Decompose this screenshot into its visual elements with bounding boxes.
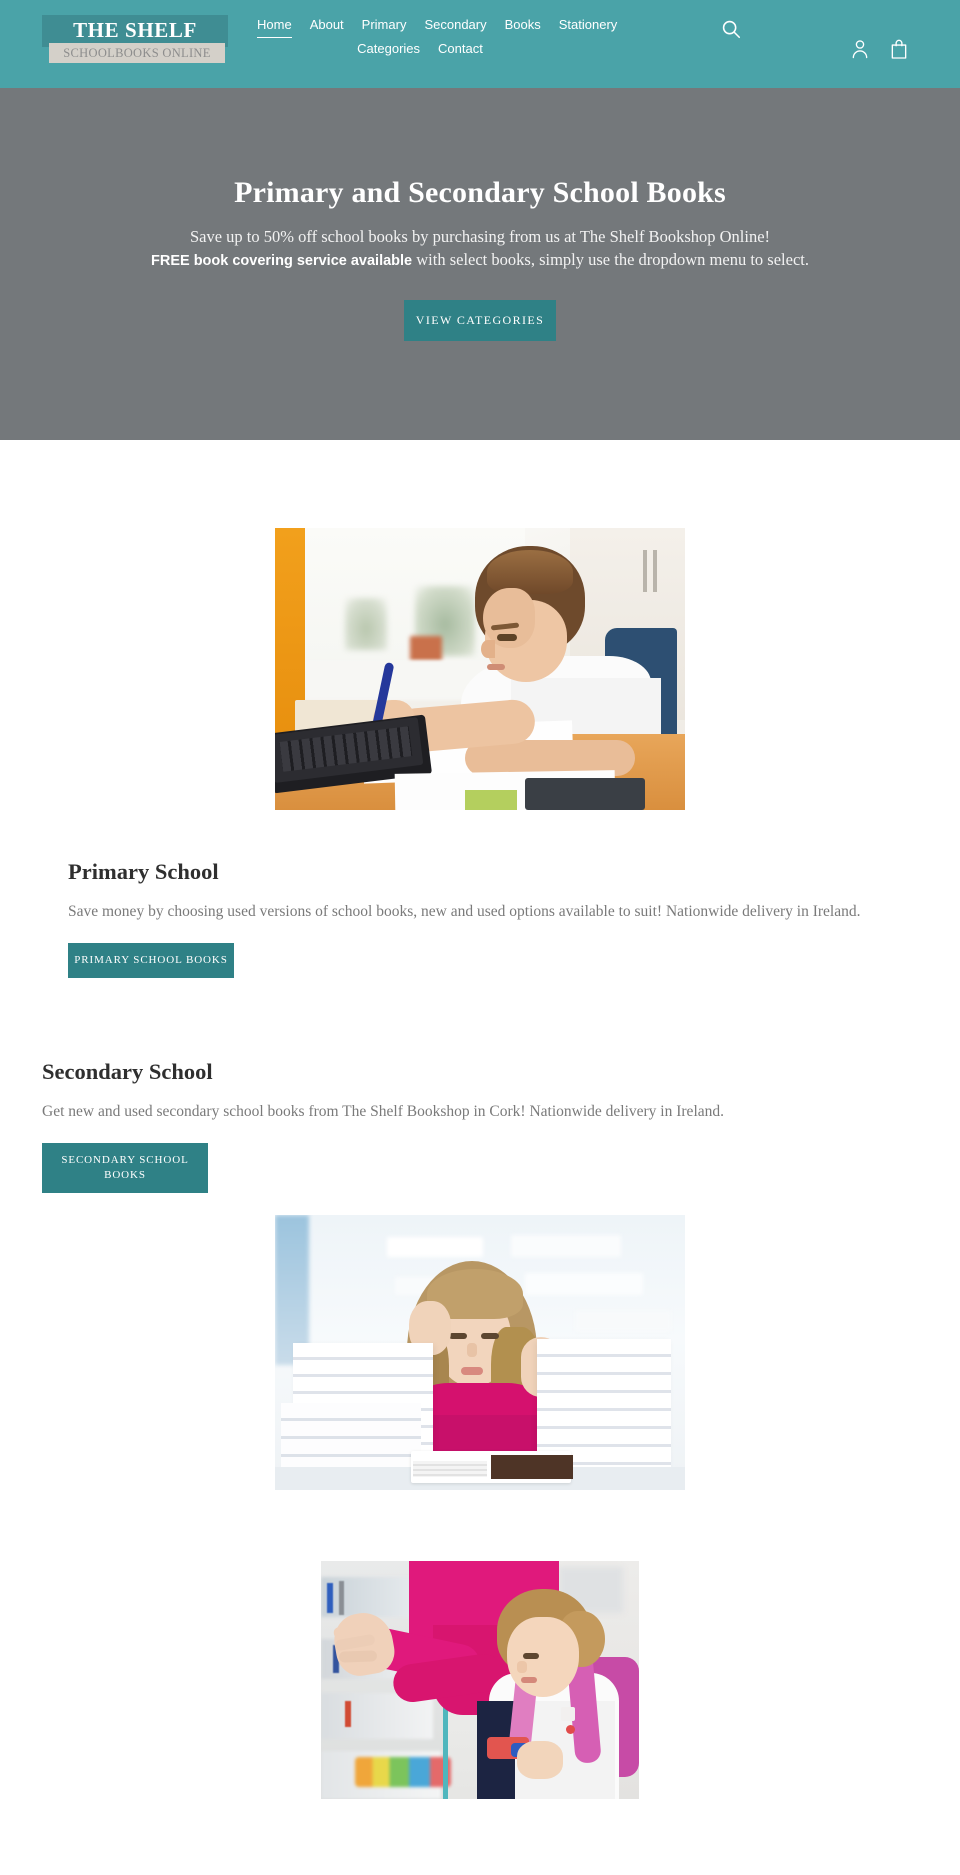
nav-row-secondary: Categories Contact	[250, 38, 590, 61]
logo-subtitle: SCHOOLBOOKS ONLINE	[63, 46, 211, 60]
stationery-image-block	[0, 1495, 960, 1804]
site-header: THE SHELF SCHOOLBOOKS ONLINE Home About …	[0, 0, 960, 88]
secondary-school-section: Secondary School Get new and used second…	[0, 1058, 960, 1193]
main-content: Primary School Save money by choosing us…	[0, 440, 960, 1804]
site-logo[interactable]: THE SHELF SCHOOLBOOKS ONLINE	[42, 15, 228, 65]
hero-banner: Primary and Secondary School Books Save …	[0, 88, 960, 440]
shopping-bag-icon[interactable]	[890, 38, 914, 66]
boy-writing-at-desk-photo	[275, 528, 685, 810]
nav-link-categories[interactable]: Categories	[357, 38, 420, 61]
girl-reading-between-book-stacks-photo	[275, 1215, 685, 1490]
nav-link-books[interactable]: Books	[505, 14, 541, 37]
nav-link-stationery[interactable]: Stationery	[559, 14, 618, 37]
nav-link-primary[interactable]: Primary	[362, 14, 407, 37]
hero-line-1: Save up to 50% off school books by purch…	[189, 227, 771, 246]
logo-title: THE SHELF	[73, 18, 197, 42]
primary-image-block	[0, 440, 960, 815]
main-navigation: Home About Primary Secondary Books Stati…	[250, 14, 617, 61]
view-categories-button[interactable]: VIEW CATEGORIES	[404, 300, 556, 341]
hero-title: Primary and Secondary School Books	[234, 176, 726, 209]
nav-row-primary: Home About Primary Secondary Books Stati…	[250, 14, 617, 38]
nav-link-about[interactable]: About	[310, 14, 344, 37]
primary-school-title: Primary School	[68, 859, 219, 884]
secondary-school-title: Secondary School	[42, 1059, 213, 1084]
hero-line-2-strong: FREE book covering service available	[151, 253, 413, 269]
secondary-school-body: Get new and used secondary school books …	[42, 1103, 724, 1120]
girl-and-adult-shopping-for-stationery-photo	[321, 1561, 639, 1799]
nav-link-secondary[interactable]: Secondary	[424, 14, 486, 37]
page-root: THE SHELF SCHOOLBOOKS ONLINE Home About …	[0, 0, 960, 1804]
secondary-school-books-button[interactable]: SECONDARY SCHOOL BOOKS	[42, 1143, 208, 1193]
hero-subtitle: Save up to 50% off school books by purch…	[140, 225, 820, 273]
nav-link-contact[interactable]: Contact	[438, 38, 483, 61]
nav-link-home[interactable]: Home	[257, 14, 292, 38]
hero-line-2-rest: with select books, simply use the dropdo…	[412, 250, 809, 269]
hero-content: Primary and Secondary School Books Save …	[0, 88, 960, 341]
primary-school-body: Save money by choosing used versions of …	[68, 903, 861, 920]
account-icon[interactable]	[851, 38, 875, 66]
search-icon[interactable]	[720, 18, 748, 46]
secondary-image-block	[0, 1193, 960, 1495]
primary-school-books-button[interactable]: PRIMARY SCHOOL BOOKS	[68, 943, 234, 978]
primary-school-section: Primary School Save money by choosing us…	[0, 858, 960, 978]
